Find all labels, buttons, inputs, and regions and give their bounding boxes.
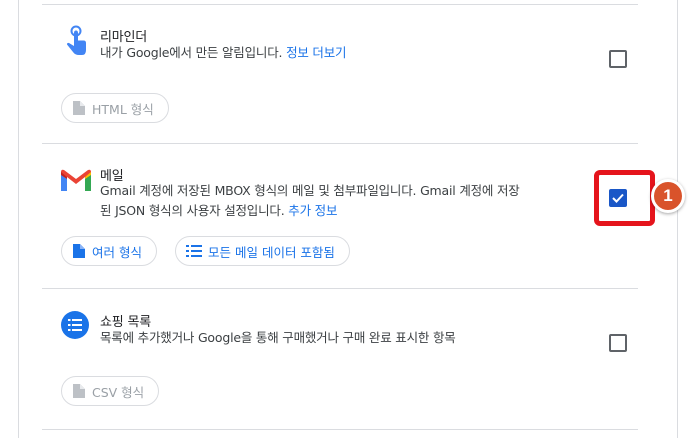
- reminder-description: 내가 Google에서 만든 알림입니다. 정보 더보기: [100, 43, 347, 63]
- mail-description: Gmail 계정에 저장된 MBOX 형식의 메일 및 첨부파일입니다. Gma…: [100, 181, 600, 221]
- reminder-format-label: HTML 형식: [92, 101, 154, 117]
- reminder-format-chip: HTML 형식: [61, 93, 169, 123]
- shopping-format-label: CSV 형식: [92, 384, 145, 400]
- mail-format-chip[interactable]: 여러 형식: [61, 236, 157, 266]
- mail-data-label: 모든 메일 데이터 포함됨: [208, 244, 335, 260]
- shopping-checkbox[interactable]: [609, 334, 627, 352]
- reminder-description-text: 내가 Google에서 만든 알림입니다.: [100, 45, 283, 60]
- reminder-more-link[interactable]: 정보 더보기: [286, 45, 346, 60]
- takeout-product-list: 리마인더 내가 Google에서 만든 알림입니다. 정보 더보기 HTML 형…: [0, 0, 695, 438]
- divider: [42, 288, 638, 289]
- mail-description-line2: 된 JSON 형식의 사용자 설정입니다.: [100, 203, 285, 218]
- divider: [42, 4, 638, 5]
- file-icon: [73, 384, 85, 398]
- divider: [42, 143, 638, 144]
- file-icon: [73, 101, 85, 115]
- mail-description-line1: Gmail 계정에 저장된 MBOX 형식의 메일 및 첨부파일입니다. Gma…: [100, 183, 520, 198]
- list-icon: [186, 245, 202, 257]
- gmail-icon: [58, 166, 94, 202]
- divider: [42, 429, 638, 430]
- reminder-checkbox[interactable]: [609, 50, 627, 68]
- mail-data-chip[interactable]: 모든 메일 데이터 포함됨: [175, 236, 350, 266]
- shopping-list-icon: [60, 310, 96, 346]
- step-badge: 1: [651, 179, 685, 213]
- shopping-format-chip: CSV 형식: [61, 376, 160, 406]
- reminder-icon: [58, 24, 94, 60]
- highlight-box: [594, 170, 655, 226]
- mail-more-link[interactable]: 추가 정보: [288, 203, 337, 218]
- shopping-description: 목록에 추가했거나 Google을 통해 구매했거나 구매 완료 표시한 항목: [100, 330, 456, 345]
- mail-format-label: 여러 형식: [92, 244, 142, 260]
- file-icon: [73, 244, 85, 258]
